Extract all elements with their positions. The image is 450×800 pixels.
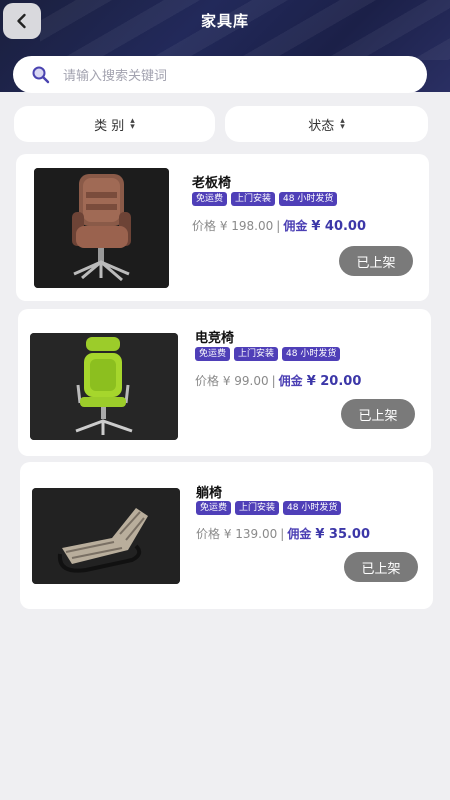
product-price: 价格 ¥ 198.00 (192, 219, 274, 233)
filter-category-label: 类 别 (94, 118, 125, 134)
status-button[interactable]: 已上架 (339, 246, 413, 276)
search-input[interactable]: 请输入搜索关键词 (63, 65, 167, 84)
commission-value: ¥ 20.00 (306, 374, 362, 389)
price-separator: | (271, 374, 276, 388)
filter-category[interactable]: 类 别 ▴ ▾ (14, 106, 215, 142)
page-title: 家具库 (200, 12, 249, 30)
filter-status-label: 状态 (308, 118, 335, 134)
tag-48h-shipping: 48 小时发货 (282, 347, 341, 361)
tag-free-shipping: 免运费 (192, 192, 228, 206)
commission-label: 佣金 (278, 374, 303, 388)
product-name: 躺椅 (196, 486, 223, 501)
sort-arrows-icon: ▴ ▾ (340, 116, 345, 132)
sort-arrows-icon: ▴ ▾ (130, 116, 135, 132)
search-icon (32, 66, 50, 83)
price-separator: | (276, 219, 281, 233)
tag-free-shipping: 免运费 (196, 501, 232, 515)
price-line: 价格 ¥ 139.00 | 佣金 ¥ 35.00 (196, 525, 370, 542)
product-tags: 免运费 上门安装 48 小时发货 (196, 501, 342, 515)
commission-label: 佣金 (283, 219, 308, 233)
product-image-lounge-chair (32, 488, 180, 584)
tag-48h-shipping: 48 小时发货 (283, 501, 342, 515)
tag-installation: 上门安装 (234, 347, 279, 361)
filter-status[interactable]: 状态 ▴ ▾ (225, 106, 428, 142)
tag-installation: 上门安装 (231, 192, 276, 206)
product-name: 电竞椅 (195, 331, 235, 346)
product-name: 老板椅 (192, 176, 232, 191)
lounge-chair-image (32, 488, 180, 584)
tag-free-shipping: 免运费 (195, 347, 231, 361)
office-chair-image (34, 168, 169, 288)
product-price: 价格 ¥ 139.00 (196, 527, 278, 541)
price-separator: | (280, 527, 285, 541)
product-image-boss-chair (34, 168, 169, 288)
product-tags: 免运费 上门安装 48 小时发货 (195, 347, 341, 361)
search-bar[interactable]: 请输入搜索关键词 (13, 56, 427, 93)
tag-48h-shipping: 48 小时发货 (279, 192, 338, 206)
product-tags: 免运费 上门安装 48 小时发货 (192, 192, 338, 206)
product-card[interactable]: 老板椅 免运费 上门安装 48 小时发货 价格 ¥ 198.00 | 佣金 ¥ … (16, 154, 429, 301)
commission-label: 佣金 (287, 527, 312, 541)
tag-installation: 上门安装 (235, 501, 280, 515)
gaming-chair-image (30, 333, 178, 440)
price-line: 价格 ¥ 198.00 | 佣金 ¥ 40.00 (192, 217, 366, 234)
product-image-gaming-chair (30, 333, 178, 440)
price-line: 价格 ¥ 99.00 | 佣金 ¥ 20.00 (195, 372, 361, 389)
product-card[interactable]: 电竞椅 免运费 上门安装 48 小时发货 价格 ¥ 99.00 | 佣金 ¥ 2… (18, 309, 431, 456)
status-button[interactable]: 已上架 (344, 552, 418, 582)
status-button[interactable]: 已上架 (341, 399, 415, 429)
commission-value: ¥ 40.00 (311, 219, 367, 234)
product-card[interactable]: 躺椅 免运费 上门安装 48 小时发货 价格 ¥ 139.00 | 佣金 ¥ 3… (20, 462, 433, 609)
commission-value: ¥ 35.00 (315, 527, 371, 542)
product-price: 价格 ¥ 99.00 (195, 374, 269, 388)
